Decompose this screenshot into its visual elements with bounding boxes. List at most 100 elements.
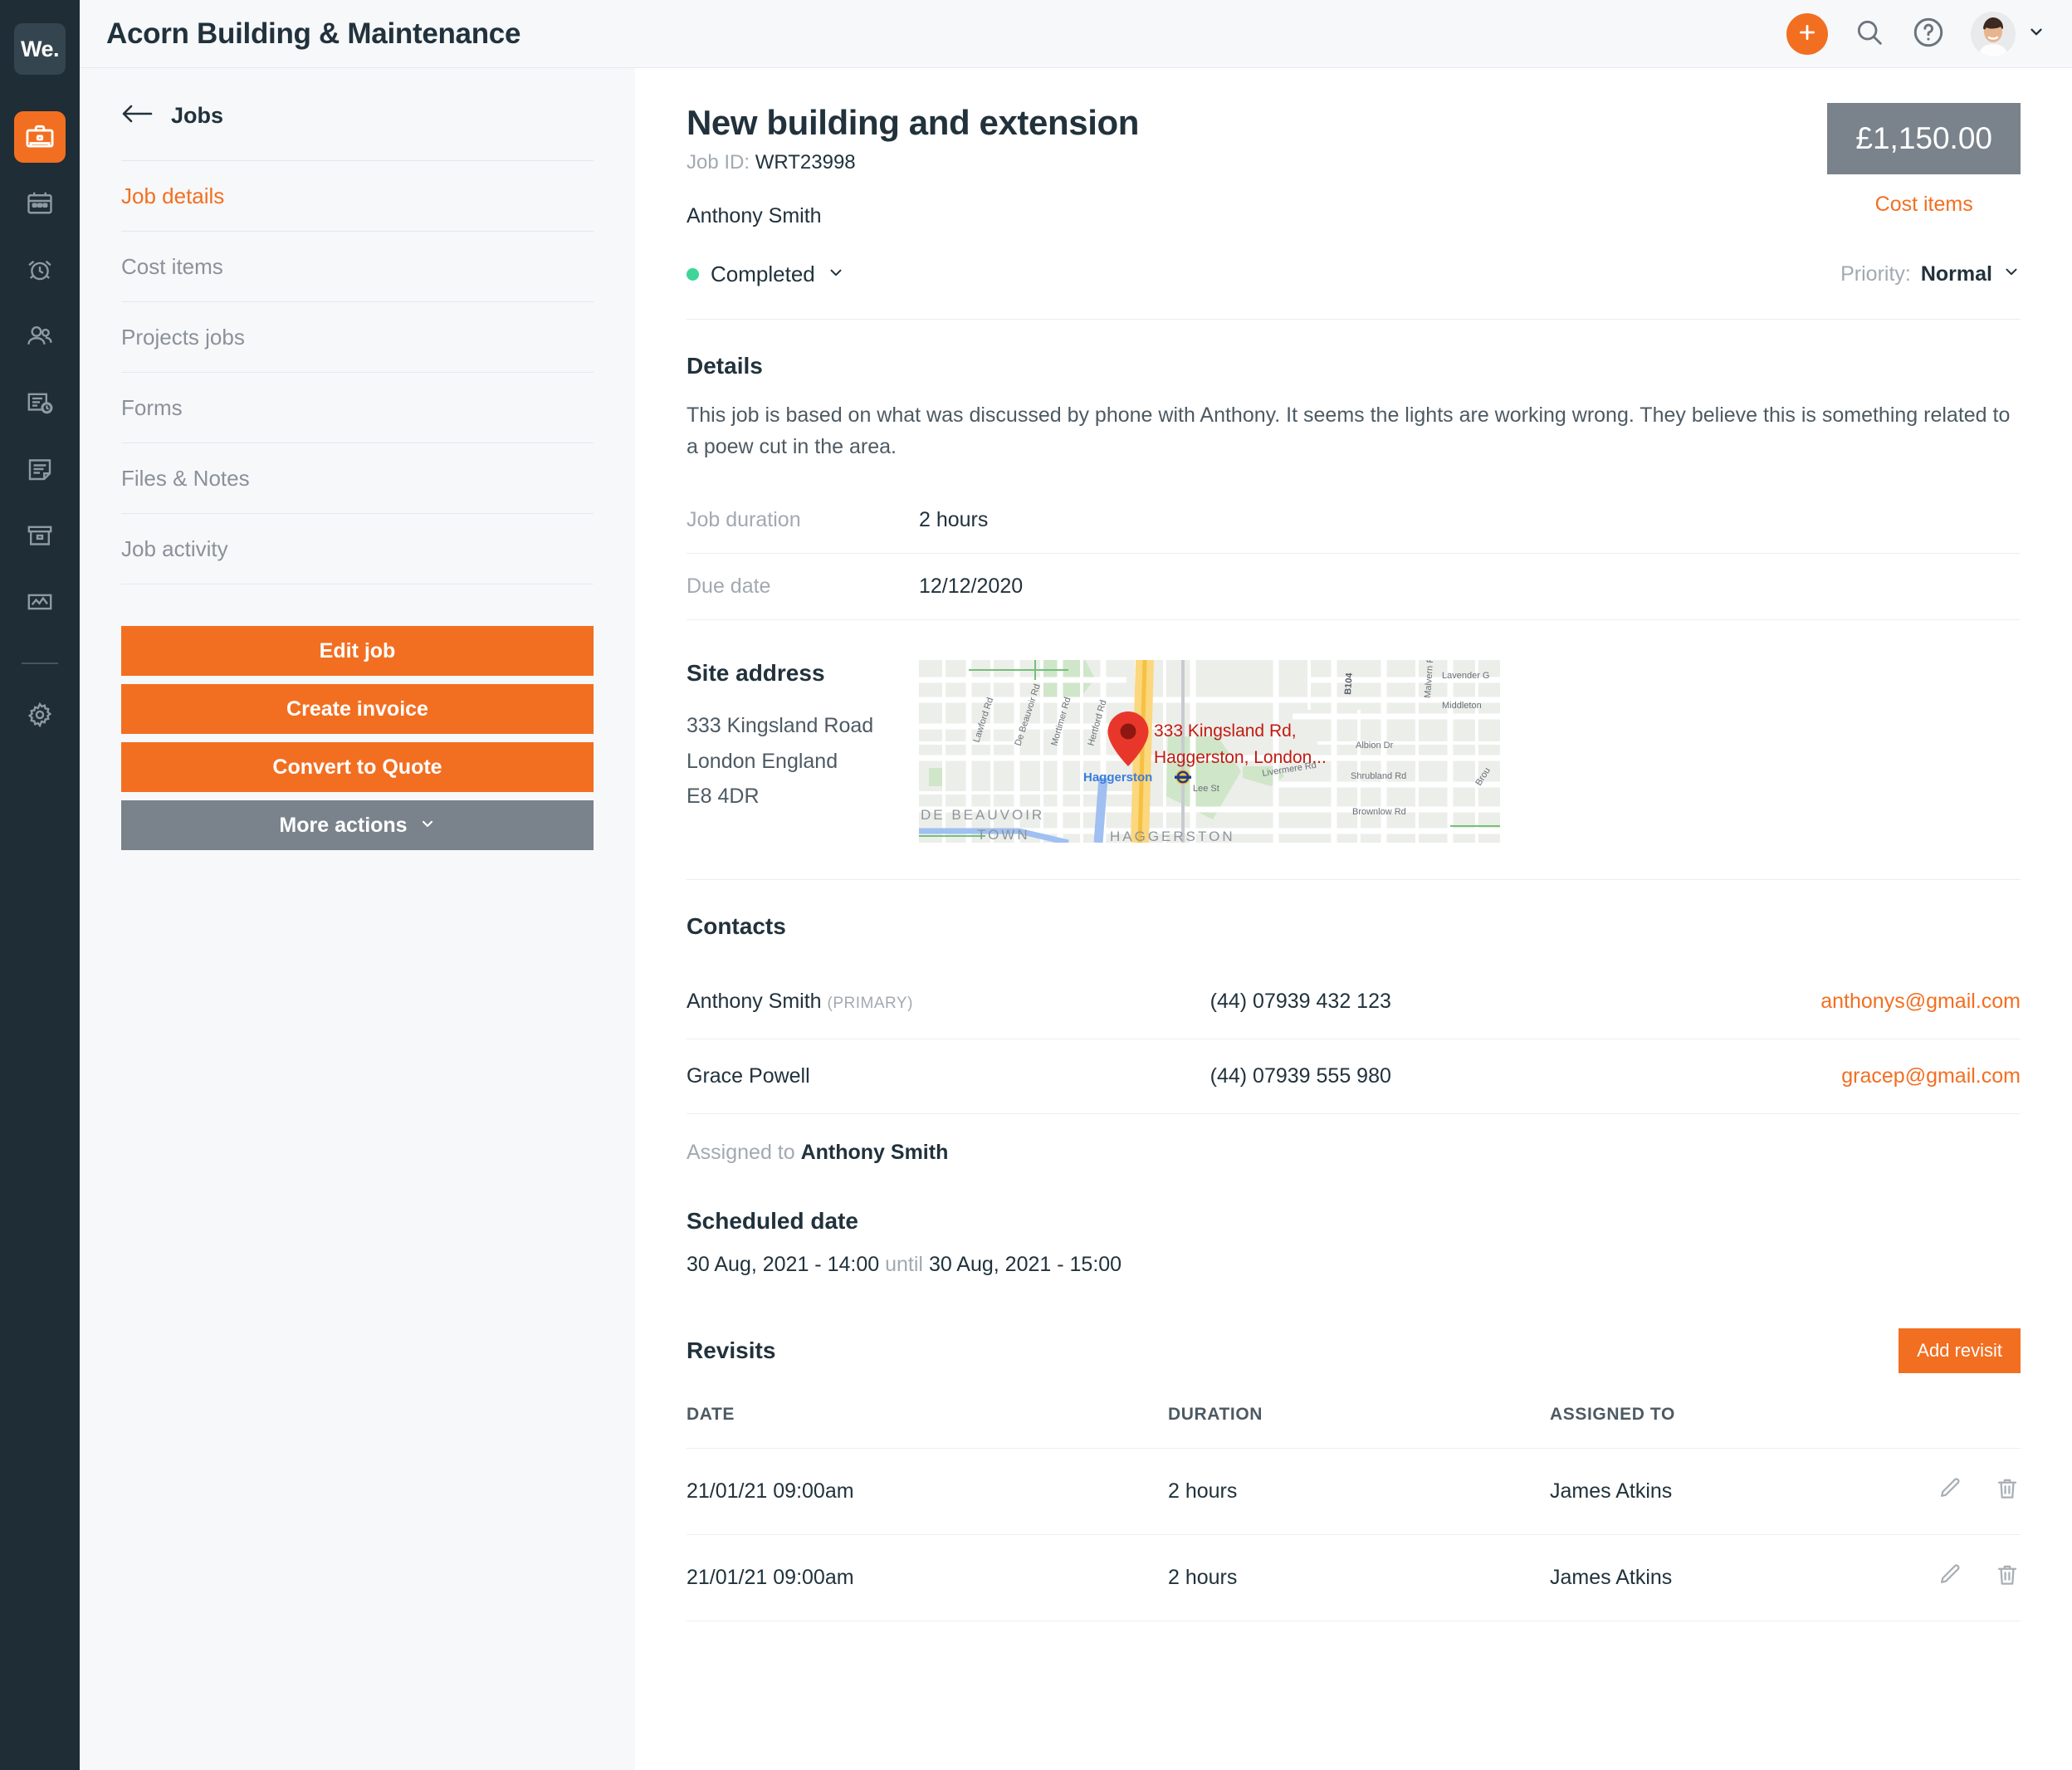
rail-item-calendar[interactable] bbox=[14, 178, 66, 229]
contact-email[interactable]: gracep@gmail.com bbox=[1841, 1064, 2021, 1088]
back-label: Jobs bbox=[171, 103, 224, 128]
price-box: £1,150.00 Cost items bbox=[1827, 103, 2021, 217]
cost-items-link[interactable]: Cost items bbox=[1827, 193, 2021, 217]
rail-item-invoices[interactable] bbox=[14, 443, 66, 495]
contact-phone[interactable]: (44) 07939 432 123 bbox=[1209, 965, 1559, 1039]
field-value: 12/12/2020 bbox=[919, 575, 1024, 598]
help-circle-icon bbox=[1911, 15, 1946, 52]
create-invoice-button[interactable]: Create invoice bbox=[121, 684, 594, 734]
top-bar: Acorn Building & Maintenance bbox=[80, 0, 2072, 68]
contact-name: Anthony Smith bbox=[687, 990, 822, 1013]
details-section: Details This job is based on what was di… bbox=[687, 353, 2021, 620]
add-button[interactable] bbox=[1786, 12, 1828, 55]
svg-text:Lavender G: Lavender G bbox=[1442, 671, 1489, 681]
trash-icon[interactable] bbox=[1994, 1562, 2021, 1594]
priority-value: Normal bbox=[1920, 262, 1992, 286]
nav-item-forms[interactable]: Forms bbox=[121, 373, 594, 443]
job-title: New building and extension bbox=[687, 103, 1139, 142]
status-dropdown[interactable]: Completed bbox=[687, 262, 845, 287]
add-revisit-button[interactable]: Add revisit bbox=[1899, 1328, 2021, 1373]
revisit-duration: 2 hours bbox=[1168, 1448, 1550, 1535]
contact-email[interactable]: anthonys@gmail.com bbox=[1820, 990, 2021, 1013]
rail-item-reports[interactable] bbox=[14, 576, 66, 628]
nav-item-files-notes[interactable]: Files & Notes bbox=[121, 443, 594, 514]
rail-item-quotes[interactable] bbox=[14, 377, 66, 428]
plus-icon bbox=[1796, 22, 1818, 46]
contacts-heading: Contacts bbox=[687, 913, 786, 939]
field-job-duration: Job duration 2 hours bbox=[687, 487, 2021, 554]
site-address-section: Site address 333 Kingsland Road London E… bbox=[687, 660, 2021, 843]
column-header-actions bbox=[1801, 1405, 2021, 1449]
rail-item-inventory[interactable] bbox=[14, 510, 66, 561]
job-action-buttons: Edit job Create invoice Convert to Quote… bbox=[121, 626, 594, 850]
pencil-icon[interactable] bbox=[1937, 1475, 1963, 1508]
assigned-value: Anthony Smith bbox=[800, 1141, 949, 1164]
chevron-down-icon bbox=[2027, 22, 2045, 45]
svg-text:B104: B104 bbox=[1343, 672, 1355, 695]
edit-job-button[interactable]: Edit job bbox=[121, 626, 594, 676]
divider bbox=[687, 319, 2021, 320]
rail-item-customers[interactable] bbox=[14, 310, 66, 362]
back-to-jobs[interactable]: Jobs bbox=[121, 103, 594, 129]
help-button[interactable] bbox=[1911, 15, 1946, 52]
rail-item-timesheets[interactable] bbox=[14, 244, 66, 296]
scheduled-until-label: until bbox=[885, 1253, 923, 1276]
column-header-assigned-to: ASSIGNED TO bbox=[1550, 1405, 1802, 1449]
document-clock-icon bbox=[25, 388, 55, 418]
primary-tag: (PRIMARY) bbox=[827, 995, 913, 1012]
search-button[interactable] bbox=[1853, 16, 1886, 51]
right-region: Acorn Building & Maintenance Jobs Job de… bbox=[80, 0, 2072, 1770]
scheduled-heading: Scheduled date bbox=[687, 1208, 858, 1234]
site-address-text: Site address 333 Kingsland Road London E… bbox=[687, 660, 919, 843]
job-id-value: WRT23998 bbox=[755, 151, 856, 174]
contact-row: Grace Powell (44) 07939 555 980 gracep@g… bbox=[687, 1039, 2021, 1114]
document-icon bbox=[25, 454, 55, 484]
contacts-section: Contacts Anthony Smith (PRIMARY) (44) 07… bbox=[687, 913, 2021, 1165]
svg-text:DE BEAUVOIR: DE BEAUVOIR bbox=[921, 807, 1044, 823]
nav-item-job-details[interactable]: Job details bbox=[121, 161, 594, 232]
field-label: Due date bbox=[687, 575, 771, 598]
calendar-icon bbox=[25, 188, 55, 218]
job-nav-list: Job details Cost items Projects jobs For… bbox=[121, 160, 594, 584]
arrow-left-icon bbox=[121, 103, 153, 129]
app-logo[interactable]: We. bbox=[14, 23, 66, 75]
chevron-down-icon bbox=[419, 814, 436, 838]
nav-item-projects-jobs[interactable]: Projects jobs bbox=[121, 302, 594, 373]
rail-item-jobs[interactable] bbox=[14, 111, 66, 163]
table-row: 21/01/21 09:00am 2 hours James Atkins bbox=[687, 1534, 2021, 1621]
svg-text:Haggerston, London...: Haggerston, London... bbox=[1154, 748, 1327, 767]
trash-icon[interactable] bbox=[1994, 1475, 2021, 1508]
status-row: Completed Priority: Normal bbox=[687, 262, 2021, 287]
svg-text:333 Kingsland Rd,: 333 Kingsland Rd, bbox=[1154, 721, 1297, 741]
field-due-date: Due date 12/12/2020 bbox=[687, 554, 2021, 620]
convert-to-quote-button[interactable]: Convert to Quote bbox=[121, 742, 594, 792]
chevron-down-icon bbox=[2002, 262, 2021, 286]
avatar bbox=[1971, 11, 2016, 56]
revisits-heading: Revisits bbox=[687, 1337, 776, 1363]
job-side-panel: Jobs Job details Cost items Projects job… bbox=[80, 68, 635, 1770]
details-body: This job is based on what was discussed … bbox=[687, 403, 2011, 458]
site-address-lines: 333 Kingsland Road London England E8 4DR bbox=[687, 708, 919, 814]
pencil-icon[interactable] bbox=[1937, 1562, 1963, 1594]
priority-dropdown[interactable]: Priority: Normal bbox=[1840, 262, 2021, 286]
table-row: 21/01/21 09:00am 2 hours James Atkins bbox=[687, 1448, 2021, 1535]
alarm-clock-icon bbox=[25, 255, 55, 285]
nav-item-cost-items[interactable]: Cost items bbox=[121, 232, 594, 302]
user-menu[interactable] bbox=[1971, 11, 2045, 56]
priority-label: Priority: bbox=[1840, 262, 1911, 286]
scheduled-value: 30 Aug, 2021 - 14:00 until 30 Aug, 2021 … bbox=[687, 1253, 2021, 1277]
chevron-down-icon bbox=[827, 263, 845, 286]
contact-phone[interactable]: (44) 07939 555 980 bbox=[1209, 1039, 1559, 1114]
address-line-1: 333 Kingsland Road bbox=[687, 714, 874, 737]
nav-item-job-activity[interactable]: Job activity bbox=[121, 514, 594, 584]
archive-box-icon bbox=[25, 521, 55, 550]
site-map[interactable]: Lawford Rd De Beauvoir Rd Mortimer Rd He… bbox=[919, 660, 1500, 843]
revisit-assigned: James Atkins bbox=[1550, 1534, 1802, 1621]
svg-text:Albion Dr: Albion Dr bbox=[1356, 741, 1394, 751]
revisit-date: 21/01/21 09:00am bbox=[687, 1448, 1168, 1535]
svg-text:Middleton: Middleton bbox=[1442, 701, 1482, 711]
revisit-actions bbox=[1801, 1534, 2021, 1621]
rail-item-settings[interactable] bbox=[14, 689, 66, 741]
more-actions-button[interactable]: More actions bbox=[121, 800, 594, 850]
status-dot bbox=[687, 268, 699, 281]
